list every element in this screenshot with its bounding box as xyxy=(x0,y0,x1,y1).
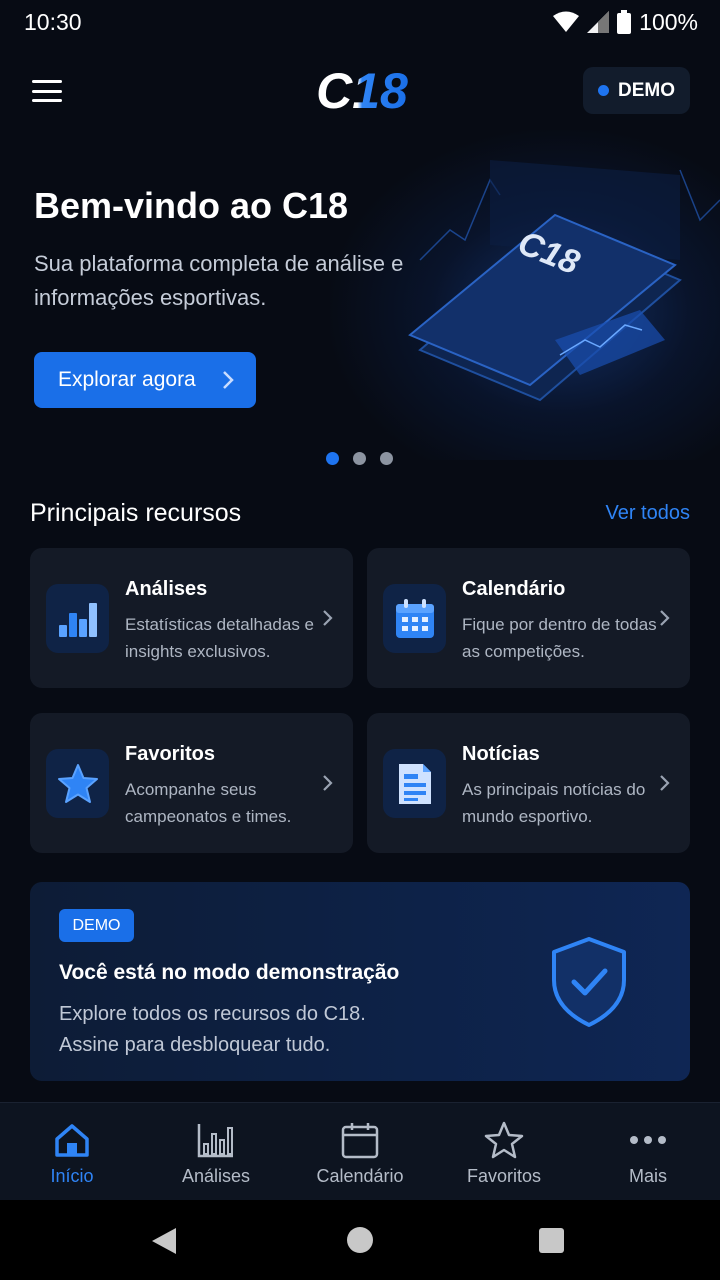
feature-card-title: Favoritos xyxy=(125,743,216,765)
back-icon[interactable] xyxy=(150,1226,178,1256)
nav-icon-wrap xyxy=(53,1120,91,1160)
demo-status-dot xyxy=(598,85,609,96)
nav-item-inicio[interactable]: Início xyxy=(0,1103,144,1201)
more-icon xyxy=(630,1136,666,1144)
carousel-dot[interactable] xyxy=(380,452,393,465)
hero-subtitle: Sua plataforma completa de análise e inf… xyxy=(34,251,404,310)
carousel-dot-active[interactable] xyxy=(326,452,339,465)
features-section-title: Principais recursos xyxy=(30,499,242,527)
explore-now-button[interactable]: Explorar agora xyxy=(34,352,256,408)
nav-item-calendario[interactable]: Calendário xyxy=(288,1103,432,1201)
demo-badge: DEMO xyxy=(59,909,134,942)
home-button-icon[interactable] xyxy=(347,1227,373,1253)
bar-chart-icon xyxy=(58,602,97,637)
feature-card-title: Análises xyxy=(125,578,208,600)
bar-chart-icon xyxy=(197,1124,233,1158)
feature-card-favoritos[interactable]: Favoritos Acompanhe seus campeonatos e t… xyxy=(30,713,353,853)
nav-label: Mais xyxy=(628,1166,667,1186)
nav-icon-wrap xyxy=(197,1120,235,1160)
hero-phone-illustration: C18 xyxy=(408,160,720,402)
feature-card-title: Calendário xyxy=(462,578,566,600)
news-icon xyxy=(398,763,431,804)
bottom-navigation: Início Análises Calendário Favoritos Mai… xyxy=(0,1102,720,1200)
nav-icon-wrap xyxy=(484,1120,524,1160)
menu-icon-bar xyxy=(32,89,62,93)
app-header: C18 DEMO xyxy=(0,60,720,122)
nav-label: Início xyxy=(50,1166,94,1186)
logo-text: C18 xyxy=(316,66,408,116)
chevron-right-icon xyxy=(323,775,333,791)
demo-banner-line: Explore todos os recursos do C18. xyxy=(59,1003,366,1025)
app-logo: C18 xyxy=(316,66,408,116)
nav-label: Favoritos xyxy=(466,1166,542,1186)
demo-banner-title: Você está no modo demonstração xyxy=(59,961,400,984)
feature-icon-box xyxy=(46,749,109,818)
shield-check-icon xyxy=(552,937,626,1027)
status-time: 10:30 xyxy=(24,8,82,35)
star-icon xyxy=(484,1121,524,1159)
hero-banner: C18 Bem-vindo ao C18 Sua plataforma comp… xyxy=(0,130,720,470)
feature-card-noticias[interactable]: Notícias As principais notícias do mundo… xyxy=(367,713,690,853)
demo-mode-banner[interactable]: DEMO Você está no modo demonstração Expl… xyxy=(30,882,690,1081)
system-navigation-bar xyxy=(0,1200,720,1280)
feature-card-description: Acompanhe seus campeonatos e times. xyxy=(125,780,292,826)
feature-card-description: As principais notícias do mundo esportiv… xyxy=(462,780,646,826)
carousel-indicator xyxy=(326,452,393,465)
chevron-right-icon xyxy=(660,775,670,791)
signal-icon xyxy=(587,11,610,33)
calendar-icon xyxy=(341,1123,379,1159)
demo-mode-pill[interactable]: DEMO xyxy=(583,67,690,114)
nav-label: Calendário xyxy=(316,1166,404,1186)
see-all-link[interactable]: Ver todos xyxy=(605,502,690,525)
nav-item-mais[interactable]: Mais xyxy=(576,1103,720,1201)
chevron-right-icon xyxy=(660,610,670,626)
recent-apps-icon[interactable] xyxy=(539,1228,564,1253)
feature-icon-box xyxy=(46,584,109,653)
feature-card-calendario[interactable]: Calendário Fique por dentro de todas as … xyxy=(367,548,690,688)
menu-icon-bar xyxy=(32,99,62,102)
nav-label: Análises xyxy=(181,1166,251,1186)
status-icons: 100% xyxy=(553,9,698,36)
feature-icon-box xyxy=(383,584,446,653)
feature-icon-box xyxy=(383,749,446,818)
feature-card-title: Notícias xyxy=(462,743,540,765)
nav-icon-wrap xyxy=(341,1120,379,1160)
demo-banner-line: Assine para desbloquear tudo. xyxy=(59,1034,331,1056)
star-icon xyxy=(57,763,98,803)
feature-card-description: Estatísticas detalhadas e insights exclu… xyxy=(125,615,315,661)
menu-icon-bar xyxy=(32,80,62,83)
wifi-icon xyxy=(553,11,580,32)
feature-card-analises[interactable]: Análises Estatísticas detalhadas e insig… xyxy=(30,548,353,688)
chevron-right-icon xyxy=(323,610,333,626)
chevron-right-icon xyxy=(223,371,234,389)
home-icon xyxy=(55,1124,89,1157)
carousel-dot[interactable] xyxy=(353,452,366,465)
battery-level: 100% xyxy=(639,8,698,35)
explore-now-label: Explorar agora xyxy=(58,368,196,391)
nav-item-favoritos[interactable]: Favoritos xyxy=(432,1103,576,1201)
feature-card-description: Fique por dentro de todas as competições… xyxy=(462,615,657,661)
calendar-icon xyxy=(395,598,434,638)
demo-banner-text: Explore todos os recursos do C18. Assine… xyxy=(59,999,479,1061)
menu-button[interactable] xyxy=(30,76,64,106)
demo-pill-label: DEMO xyxy=(618,79,675,101)
hero-title: Bem-vindo ao C18 xyxy=(34,185,349,226)
nav-item-analises[interactable]: Análises xyxy=(144,1103,288,1201)
battery-icon xyxy=(617,10,632,34)
status-bar: 10:30 100% xyxy=(0,0,720,44)
nav-icon-wrap xyxy=(629,1120,667,1160)
